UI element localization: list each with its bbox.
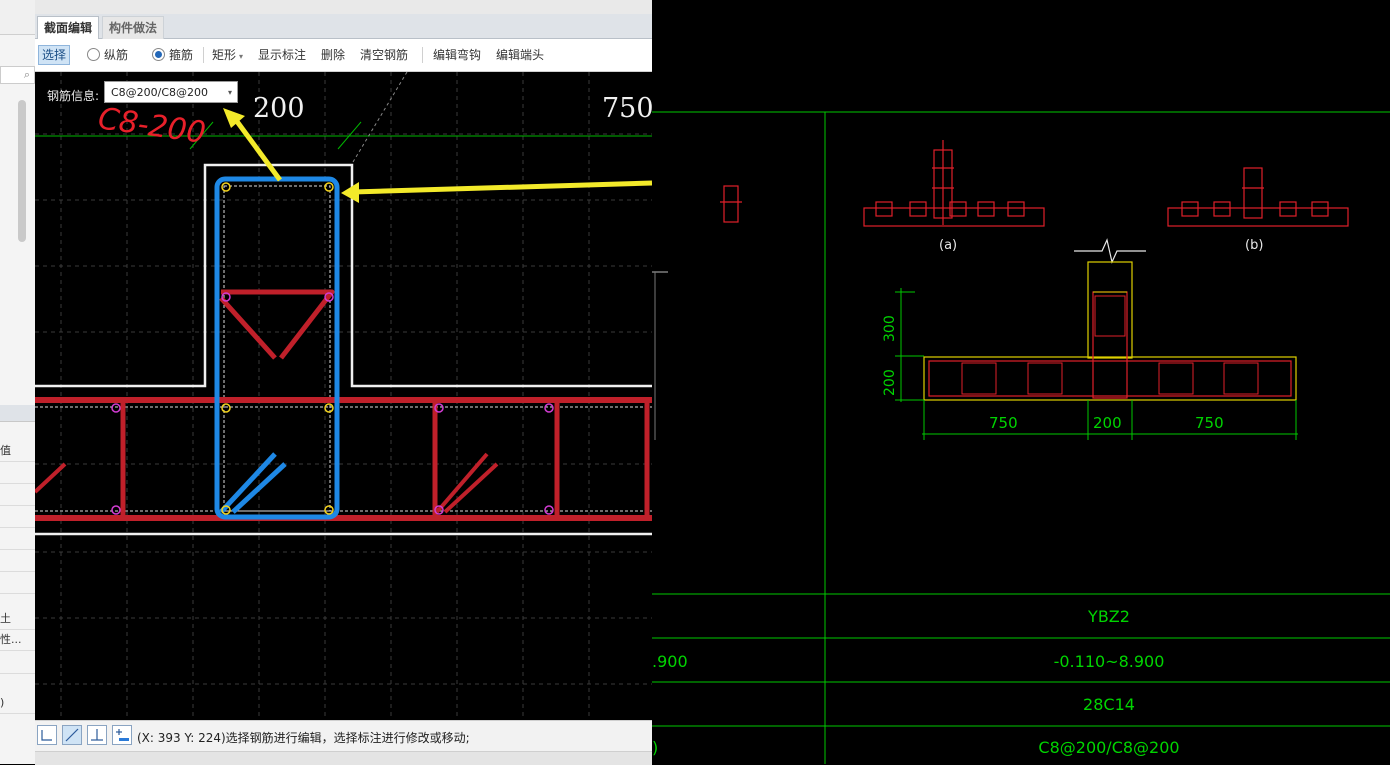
toolbar-separator — [422, 47, 423, 63]
panel-section-divider — [0, 405, 35, 422]
grid-lines — [35, 72, 652, 720]
annotation-arrow-long — [352, 180, 652, 195]
label-b: (b) — [1245, 238, 1263, 253]
panel-row — [0, 528, 35, 550]
panel-row-concrete: 土 — [0, 608, 35, 630]
window-title-strip — [35, 0, 652, 15]
annotation-arrow — [230, 114, 283, 182]
table-longitudinal: 28C14 — [1083, 695, 1135, 714]
section-outline — [35, 163, 652, 388]
rebar-tie-triangle — [219, 296, 277, 360]
table-left-stirrup: ) — [652, 738, 658, 757]
table-stirrup: C8@200/C8@200 — [1038, 738, 1179, 757]
panel-row — [0, 484, 35, 506]
status-text: (X: 393 Y: 224)选择钢筋进行编辑，选择标注进行修改或移动; — [137, 731, 470, 745]
panel-search-input[interactable]: ⌕ — [0, 66, 35, 84]
rect-label: 矩形 — [212, 48, 237, 62]
clear-rebar-button[interactable]: 清空钢筋 — [360, 46, 408, 64]
label-a: (a) — [939, 238, 957, 253]
panel-row — [0, 506, 35, 528]
tab-component-method[interactable]: 构件做法 — [102, 16, 165, 39]
edit-hook-button[interactable]: 编辑弯钩 — [433, 46, 481, 64]
cad-drawing: (a) (b) 300 200 750 200 750 YBZ2 -0.110~… — [652, 111, 1390, 764]
radio-on-icon — [152, 48, 165, 61]
dim-bottom-1: 750 — [989, 414, 1018, 432]
rebar-tie-triangle — [221, 289, 335, 360]
rebar-info-value: C8@200/C8@200 — [111, 86, 209, 99]
longitudinal-label: 纵筋 — [104, 48, 129, 62]
cad-drawing-area[interactable]: (a) (b) 300 200 750 200 750 YBZ2 -0.110~… — [652, 0, 1390, 764]
status-bar: (X: 393 Y: 224)选择钢筋进行编辑，选择标注进行修改或移动; — [35, 720, 652, 751]
property-panel: ⌕ 值 土 性... ) — [0, 0, 36, 764]
dim-300: 300 — [882, 315, 898, 342]
rebar-info-label: 钢筋信息: — [47, 89, 100, 103]
line-snap-icon[interactable] — [62, 725, 82, 745]
panel-row — [0, 572, 35, 594]
handwritten-note: C8-200 — [96, 101, 208, 151]
stirrup-selected — [214, 176, 340, 520]
editor-tabs: 截面编辑 构件做法 — [35, 14, 652, 39]
toolbar-separator — [203, 47, 204, 63]
tab-section-edit[interactable]: 截面编辑 — [37, 16, 100, 39]
ortho-snap-icon[interactable] — [37, 725, 57, 745]
longitudinal-radio[interactable]: 纵筋 — [87, 46, 128, 64]
leader-line — [352, 72, 408, 163]
table-elevation: -0.110~8.900 — [1054, 652, 1165, 671]
cover-line — [223, 185, 331, 512]
select-button[interactable]: 选择 — [38, 45, 71, 65]
stirrup-label: 箍筋 — [169, 48, 194, 62]
dim-200-vertical: 200 — [882, 369, 898, 396]
dim-750: 750 — [602, 93, 652, 124]
point-snap-icon[interactable] — [112, 725, 132, 745]
panel-scrollbar[interactable] — [18, 100, 26, 242]
panel-row — [0, 462, 35, 484]
detail-small — [720, 185, 742, 223]
rebar-hook — [435, 452, 489, 514]
edit-end-button[interactable]: 编辑端头 — [496, 46, 544, 64]
break-line — [1074, 238, 1146, 264]
show-annotation-button[interactable]: 显示标注 — [258, 46, 306, 64]
panel-header — [0, 0, 35, 35]
rebar-hook — [35, 462, 67, 494]
panel-row — [0, 550, 35, 572]
section-canvas[interactable]: 200 750 C8-200 钢筋信息: C8@200/C8@200 ▾ — [35, 72, 652, 720]
delete-button[interactable]: 删除 — [321, 46, 345, 64]
window-bottom-strip — [35, 751, 652, 765]
section-drawing: 200 750 C8-200 — [35, 72, 652, 720]
section-main — [923, 261, 1297, 401]
dim-vertical — [895, 288, 924, 402]
dim-200: 200 — [253, 93, 305, 124]
dim-bottom-2: 200 — [1093, 414, 1122, 432]
detail-b — [1167, 167, 1349, 227]
dropdown-caret-icon: ▾ — [227, 88, 232, 97]
table-left-elevation: .900 — [652, 652, 688, 671]
panel-row-paren: ) — [0, 692, 35, 714]
table-name: YBZ2 — [1087, 607, 1130, 626]
detail-a — [863, 140, 1045, 227]
perpendicular-snap-icon[interactable] — [87, 725, 107, 745]
section-editor-window: 截面编辑 构件做法 选择 纵筋 箍筋 矩形 ▾ 显示标注 删除 清空钢筋 编辑弯钩… — [35, 0, 652, 765]
panel-row-property: 性... — [0, 629, 35, 651]
dim-bottom-3: 750 — [1195, 414, 1224, 432]
stirrup-radio[interactable]: 箍筋 — [152, 46, 193, 64]
rebar-info-dropdown[interactable]: C8@200/C8@200 ▾ — [104, 81, 238, 103]
panel-row — [0, 652, 35, 674]
radio-off-icon — [87, 48, 100, 61]
dropdown-caret-icon: ▾ — [239, 52, 244, 61]
editor-toolbar: 选择 纵筋 箍筋 矩形 ▾ 显示标注 删除 清空钢筋 编辑弯钩 编辑端头 — [35, 39, 652, 72]
panel-row-value: 值 — [0, 440, 35, 462]
rect-dropdown[interactable]: 矩形 ▾ — [212, 46, 243, 64]
search-icon: ⌕ — [23, 68, 30, 81]
section-stirrups — [961, 362, 1259, 395]
